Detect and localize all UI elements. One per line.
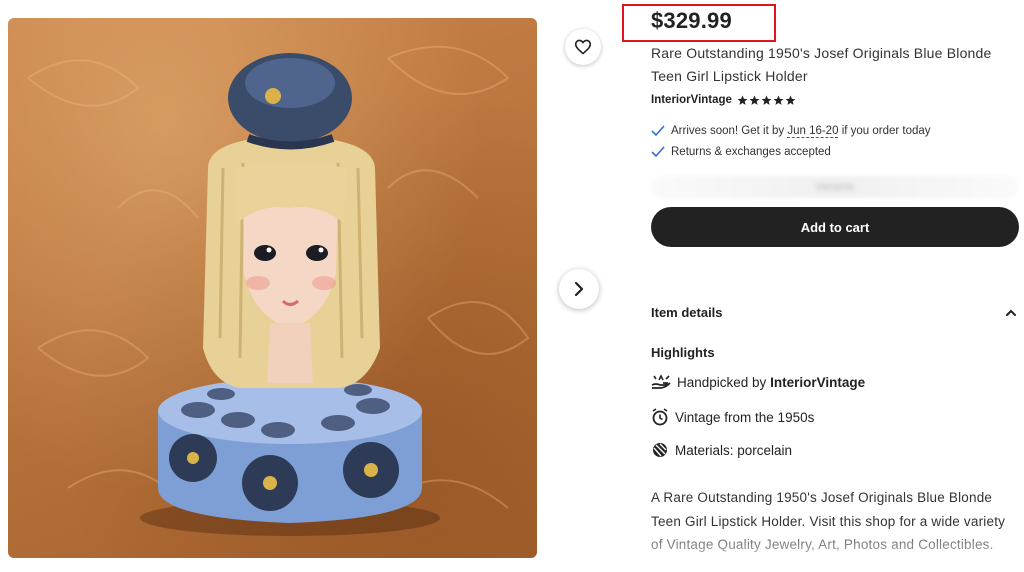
item-details-heading: Item details — [651, 305, 723, 320]
shop-name-link[interactable]: InteriorVintage — [651, 94, 732, 106]
star-icon — [773, 95, 784, 105]
variant-selector[interactable]: Variants — [651, 176, 1018, 198]
returns-info: Returns & exchanges accepted — [651, 146, 831, 158]
next-image-button[interactable] — [559, 269, 599, 309]
favorite-button[interactable] — [565, 29, 601, 65]
star-icon — [749, 95, 760, 105]
highlights-heading: Highlights — [651, 345, 715, 360]
materials-icon — [653, 443, 667, 457]
star-icon — [761, 95, 772, 105]
arrival-info: Arrives soon! Get it by Jun 16-20 if you… — [651, 125, 931, 138]
shop-rating-row: InteriorVintage — [651, 94, 796, 106]
chevron-right-icon — [574, 281, 584, 297]
item-details-toggle[interactable]: Item details — [651, 305, 1017, 320]
hand-icon — [651, 374, 671, 389]
listing-title: Rare Outstanding 1950's Josef Originals … — [651, 45, 992, 84]
check-icon — [651, 146, 665, 158]
lipstick-holder-figurine — [27, 45, 530, 536]
price: $329.99 — [651, 8, 732, 33]
chevron-up-icon — [1006, 309, 1016, 316]
rating-stars — [737, 95, 796, 106]
check-icon — [651, 125, 665, 137]
description-fade — [640, 525, 1024, 572]
add-to-cart-button[interactable]: Add to cart — [651, 207, 1019, 247]
handpicked-shop-link[interactable]: InteriorVintage — [770, 375, 865, 390]
highlight-handpicked: Handpicked by InteriorVintage — [651, 374, 865, 390]
star-icon — [785, 95, 796, 105]
clock-icon — [652, 408, 668, 426]
heart-icon — [574, 39, 592, 55]
highlight-materials: Materials: porcelain — [651, 441, 792, 459]
product-image[interactable] — [8, 18, 537, 558]
arrival-date-link[interactable]: Jun 16-20 — [787, 125, 839, 138]
star-icon — [737, 95, 748, 105]
highlight-vintage: Vintage from the 1950s — [651, 408, 814, 426]
